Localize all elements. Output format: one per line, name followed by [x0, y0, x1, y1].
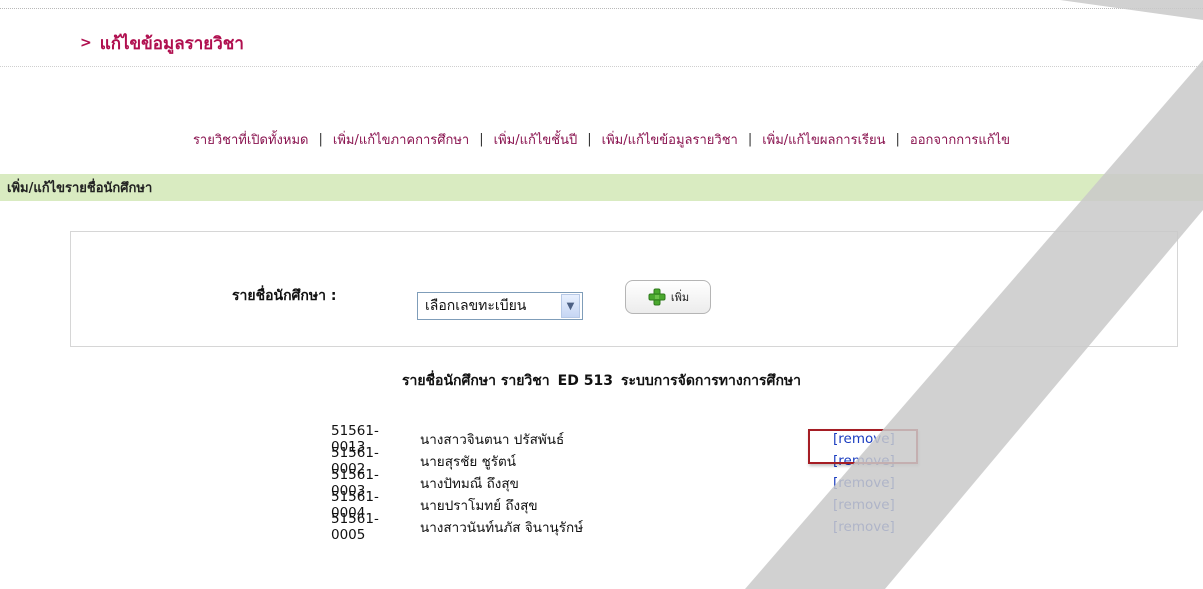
list-item: 51561-0003 นางปัทมณี ถึงสุข [remove]	[331, 467, 895, 499]
remove-link[interactable]: [remove]	[833, 497, 895, 513]
student-list-title: รายชื่อนักศึกษา รายวิชา ED 513 ระบบการจัดก…	[0, 370, 1203, 392]
title-divider	[0, 66, 1203, 67]
remove-link[interactable]: [remove]	[833, 431, 895, 447]
course-code: ED 513	[557, 373, 613, 389]
add-student-form: รายชื่อนักศึกษา : เลือกเลขทะเบียน ▼ เพิ่…	[70, 231, 1178, 347]
course-name: ระบบการจัดการทางการศึกษา	[620, 373, 802, 389]
student-name: นายปราโมทย์ ถึงสุข	[420, 498, 538, 514]
list-title-prefix: รายชื่อนักศึกษา รายวิชา	[401, 373, 550, 389]
student-id-select-value: เลือกเลขทะเบียน	[425, 298, 527, 314]
remove-link[interactable]: [remove]	[833, 475, 895, 491]
add-button-label: เพิ่ม	[670, 291, 690, 304]
page-title-text: แก้ไขข้อมูลรายวิชา	[99, 33, 244, 54]
top-menu: รายวิชาที่เปิดทั้งหมด | เพิ่ม/แก้ไขภาคกา…	[0, 128, 1203, 150]
menu-separator: |	[479, 131, 484, 147]
top-divider	[0, 8, 1203, 9]
menu-all-courses[interactable]: รายวิชาที่เปิดทั้งหมด	[193, 129, 309, 150]
page-title: > แก้ไขข้อมูลรายวิชา	[80, 30, 244, 56]
student-id-select[interactable]: เลือกเลขทะเบียน ▼	[417, 292, 583, 320]
remove-link[interactable]: [remove]	[833, 519, 895, 535]
student-name: นางปัทมณี ถึงสุข	[420, 476, 519, 492]
chevron-down-icon[interactable]: ▼	[561, 294, 580, 318]
menu-exit-edit[interactable]: ออกจากการแก้ไข	[910, 129, 1010, 150]
menu-separator: |	[587, 131, 592, 147]
menu-separator: |	[895, 131, 900, 147]
menu-edit-grades[interactable]: เพิ่ม/แก้ไขผลการเรียน	[762, 129, 885, 150]
title-arrow-icon: >	[80, 35, 92, 51]
menu-separator: |	[318, 131, 323, 147]
menu-edit-year[interactable]: เพิ่ม/แก้ไขชั้นปี	[494, 129, 578, 150]
section-title: เพิ่ม/แก้ไขรายชื่อนักศึกษา	[7, 181, 153, 196]
student-name: นายสุรชัย ชูรัตน์	[420, 454, 516, 470]
student-list: 51561-0013 นางสาวจินตนา ปรัสพันธ์ [remov…	[331, 423, 895, 543]
menu-edit-semester[interactable]: เพิ่ม/แก้ไขภาคการศึกษา	[333, 129, 469, 150]
list-item: 51561-0013 นางสาวจินตนา ปรัสพันธ์ [remov…	[331, 423, 895, 455]
student-id: 51561-0005	[331, 511, 379, 543]
student-name: นางสาวจินตนา ปรัสพันธ์	[420, 432, 565, 448]
add-button[interactable]: เพิ่ม	[625, 280, 711, 314]
remove-link[interactable]: [remove]	[833, 453, 895, 469]
list-item: 51561-0004 นายปราโมทย์ ถึงสุข [remove]	[331, 489, 895, 521]
menu-edit-course[interactable]: เพิ่ม/แก้ไขข้อมูลรายวิชา	[602, 129, 738, 150]
menu-separator: |	[747, 131, 753, 147]
student-name: นางสาวนันท์นภัส จินานุรักษ์	[420, 520, 584, 536]
student-list-label: รายชื่อนักศึกษา :	[232, 288, 337, 304]
section-header: เพิ่ม/แก้ไขรายชื่อนักศึกษา	[0, 174, 1203, 201]
plus-icon	[648, 288, 666, 306]
list-item: 51561-0002 นายสุรชัย ชูรัตน์ [remove]	[331, 445, 895, 477]
list-item: 51561-0005 นางสาวนันท์นภัส จินานุรักษ์ […	[331, 511, 895, 543]
